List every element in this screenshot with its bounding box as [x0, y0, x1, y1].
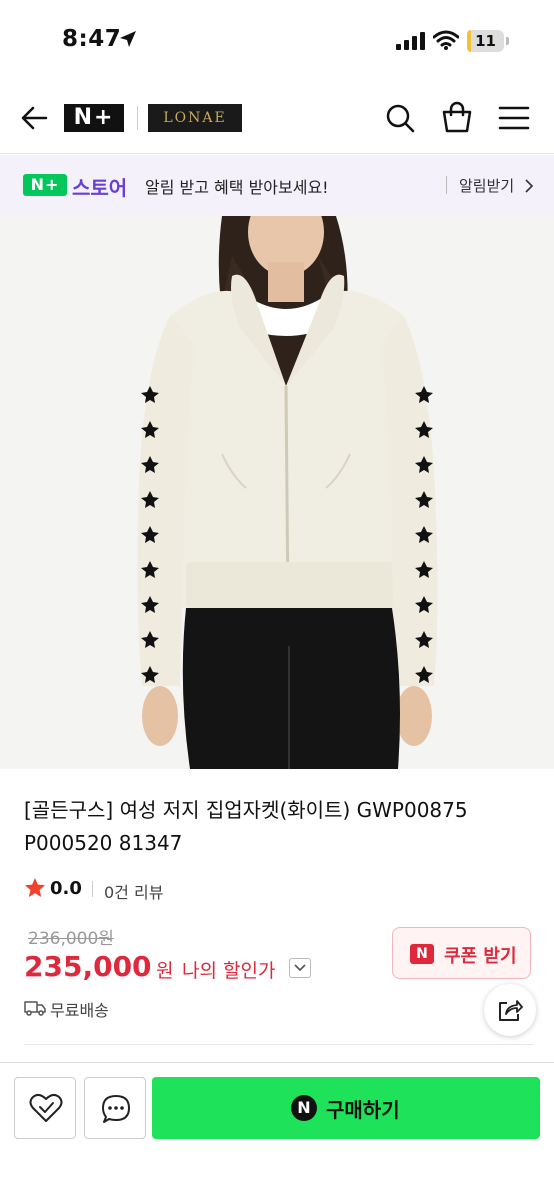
- sale-price-unit: 원: [156, 960, 174, 982]
- purchase-bar: N 구매하기: [0, 1062, 554, 1200]
- discount-details-toggle[interactable]: [289, 958, 311, 978]
- signal-icon: [396, 32, 425, 50]
- truck-icon: [24, 1001, 46, 1016]
- naver-plus-badge: N+: [23, 174, 67, 196]
- product-image[interactable]: [0, 216, 554, 769]
- store-alert-banner[interactable]: N+ 스토어 알림 받고 혜택 받아보세요! 알림받기: [0, 155, 554, 216]
- back-arrow-icon[interactable]: [20, 104, 48, 132]
- shipping-label: 무료배송: [50, 1001, 109, 1020]
- wishlist-button[interactable]: [14, 1077, 76, 1139]
- promo-message: 알림 받고 혜택 받아보세요!: [145, 178, 329, 197]
- heart-check-icon: [29, 1093, 63, 1122]
- buy-now-button[interactable]: N 구매하기: [152, 1077, 540, 1139]
- promo-store-label: 스토어: [72, 176, 128, 200]
- share-icon: [499, 1000, 523, 1021]
- menu-icon[interactable]: [498, 104, 530, 132]
- buy-now-label: 구매하기: [326, 1098, 400, 1122]
- rating-divider: [92, 881, 93, 897]
- brand-store-logo[interactable]: LONAE: [148, 104, 242, 132]
- original-price: 236,000원: [28, 929, 114, 949]
- coupon-label: 쿠폰 받기: [444, 946, 517, 967]
- location-arrow-icon: [120, 31, 136, 47]
- battery-percent: 11: [475, 32, 496, 50]
- share-button[interactable]: [484, 984, 536, 1036]
- chevron-right-icon: [525, 179, 534, 193]
- status-time: 8:47: [62, 26, 122, 52]
- alert-subscribe-link[interactable]: 알림받기: [459, 175, 514, 196]
- naver-plus-logo[interactable]: N+: [64, 104, 124, 132]
- rating-score: 0.0: [50, 878, 82, 899]
- section-divider: [24, 1044, 534, 1045]
- product-title: [골든구스] 여성 저지 집업자켓(화이트) GWP00875 P000520 …: [24, 798, 468, 855]
- naver-pay-icon: N: [291, 1095, 317, 1121]
- star-icon: [25, 878, 45, 897]
- chevron-down-icon: [294, 964, 306, 972]
- top-nav: N+ LONAE: [0, 82, 554, 154]
- battery-icon: 11: [467, 30, 509, 52]
- shopping-bag-icon[interactable]: [440, 100, 474, 134]
- status-bar: 8:47 11: [0, 0, 554, 80]
- logo-divider: [137, 106, 138, 130]
- chat-bubble-icon: [102, 1095, 130, 1123]
- review-count[interactable]: 0건 리뷰: [104, 879, 163, 903]
- talk-talk-button[interactable]: [84, 1077, 146, 1139]
- my-discount-price-label[interactable]: 나의 할인가: [182, 956, 275, 983]
- promo-divider: [446, 176, 447, 194]
- coupon-download-button[interactable]: N 쿠폰 받기: [392, 927, 531, 979]
- search-icon[interactable]: [384, 102, 416, 134]
- wifi-icon: [433, 30, 459, 50]
- coupon-icon: N: [410, 944, 434, 964]
- sale-price: 235,000: [24, 950, 152, 983]
